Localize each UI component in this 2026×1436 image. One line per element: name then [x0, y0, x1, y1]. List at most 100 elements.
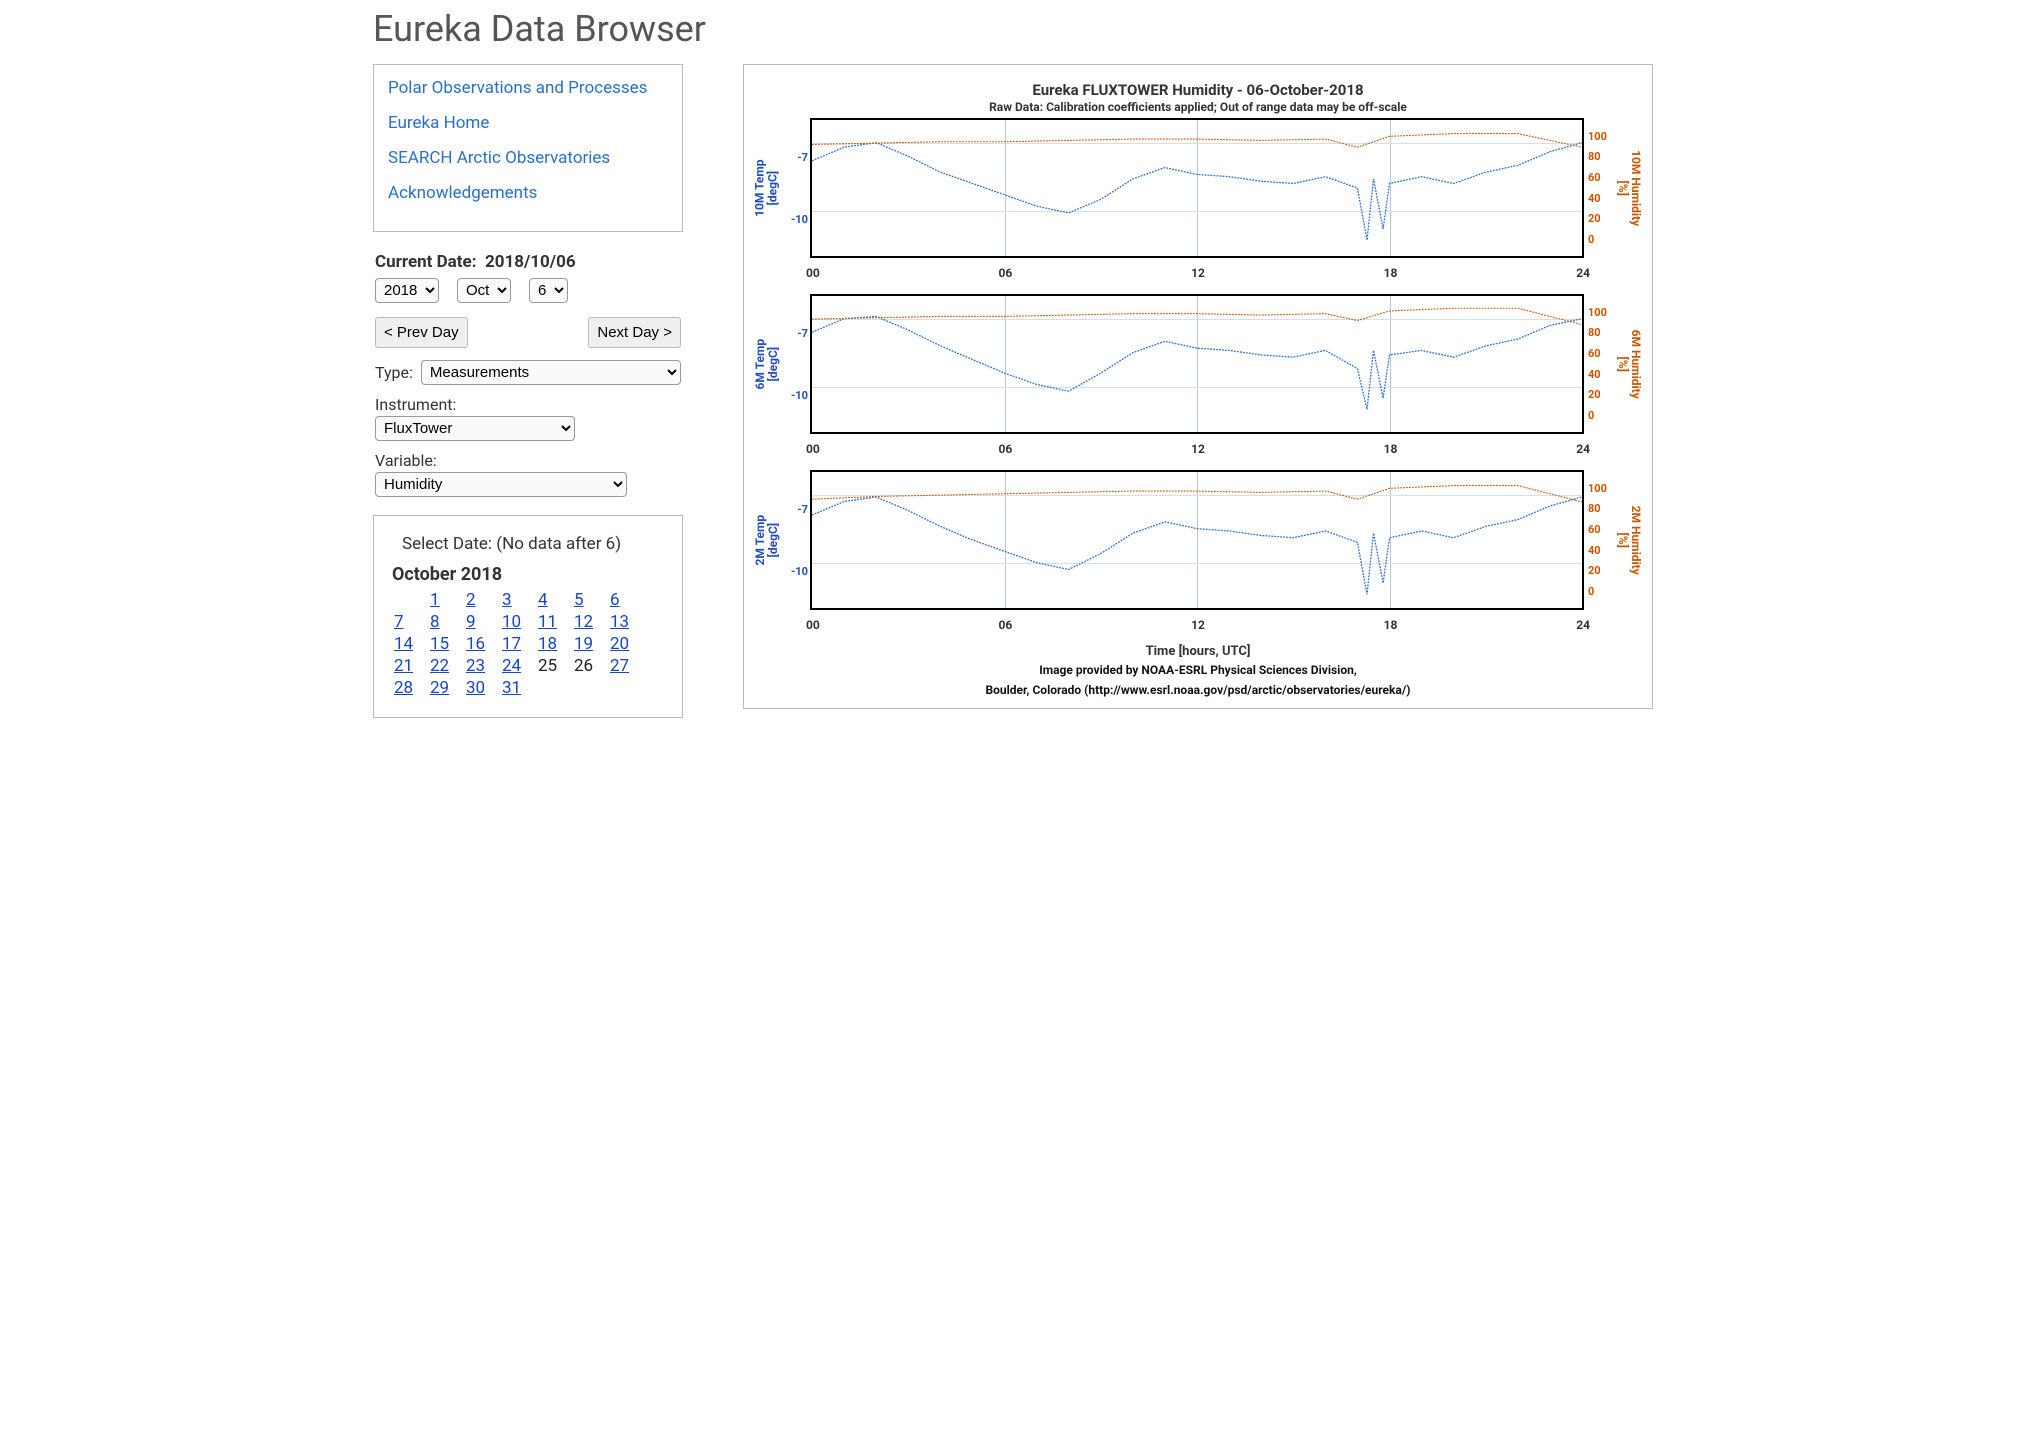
right-ytick: 20 — [1588, 564, 1616, 577]
xtick: 24 — [1576, 442, 1590, 456]
calendar-day-link[interactable]: 31 — [502, 678, 521, 698]
calendar-day-link[interactable]: 22 — [430, 656, 449, 676]
calendar-day-link[interactable]: 23 — [466, 656, 485, 676]
calendar-day-link[interactable]: 30 — [466, 678, 485, 698]
calendar-day-link[interactable]: 15 — [430, 634, 449, 654]
calendar-cell: 20 — [608, 633, 644, 655]
series-6m-temp-degc- — [812, 316, 1582, 409]
chart-subplot-10m: 10M Temp[degC]-7-1010080604020010M Humid… — [756, 118, 1640, 258]
calendar-day-link[interactable]: 16 — [466, 634, 485, 654]
xtick: 06 — [999, 442, 1013, 456]
chart-credit-1: Image provided by NOAA-ESRL Physical Sci… — [756, 663, 1640, 679]
calendar-day-link[interactable]: 9 — [466, 612, 476, 632]
calendar-cell: 16 — [464, 633, 500, 655]
year-select[interactable]: 2018 — [375, 278, 439, 303]
calendar-day-link[interactable]: 11 — [538, 612, 557, 632]
calendar-cell: 24 — [500, 655, 536, 677]
calendar-cell: 10 — [500, 611, 536, 633]
right-ytick: 60 — [1588, 171, 1616, 184]
left-ytick: -7 — [780, 327, 808, 340]
calendar-day-link[interactable]: 13 — [610, 612, 629, 632]
chart-subplot-6m: 6M Temp[degC]-7-101008060402006M Humidit… — [756, 294, 1640, 434]
calendar-day-link[interactable]: 27 — [610, 656, 629, 676]
right-ytick: 60 — [1588, 523, 1616, 536]
calendar-cell — [572, 677, 608, 699]
left-axis-label: 6M Temp[degC] — [754, 339, 780, 390]
calendar-day-link[interactable]: 10 — [502, 612, 521, 632]
calendar-cell: 19 — [572, 633, 608, 655]
calendar-panel: Select Date: (No data after 6) October 2… — [373, 515, 683, 718]
calendar-day-link[interactable]: 28 — [394, 678, 413, 698]
right-axis-label: 6M Humidity[%] — [1616, 329, 1642, 398]
variable-label: Variable: — [375, 451, 681, 470]
instrument-label: Instrument: — [375, 395, 681, 414]
calendar-day-link[interactable]: 2 — [466, 590, 476, 610]
xtick: 00 — [806, 266, 820, 280]
nav-link-search-arctic[interactable]: SEARCH Arctic Observatories — [388, 147, 668, 170]
left-ytick: -10 — [780, 565, 808, 578]
calendar-day-link[interactable]: 14 — [394, 634, 413, 654]
calendar-day-link[interactable]: 1 — [430, 590, 440, 610]
calendar-day-link[interactable]: 6 — [610, 590, 620, 610]
calendar-cell: 23 — [464, 655, 500, 677]
calendar-day-link[interactable]: 7 — [394, 612, 404, 632]
calendar-day-link[interactable]: 5 — [574, 590, 584, 610]
calendar-day-link[interactable]: 3 — [502, 590, 512, 610]
calendar-day-link[interactable]: 24 — [502, 656, 521, 676]
xtick: 12 — [1191, 442, 1205, 456]
nav-link-polar[interactable]: Polar Observations and Processes — [388, 77, 668, 100]
xtick: 24 — [1576, 618, 1590, 632]
xtick: 18 — [1384, 618, 1398, 632]
xtick: 06 — [999, 266, 1013, 280]
xtick: 18 — [1384, 266, 1398, 280]
instrument-select[interactable]: FluxTower — [375, 416, 575, 441]
calendar-day-link[interactable]: 21 — [394, 656, 413, 676]
chart-subtitle: Raw Data: Calibration coefficients appli… — [756, 100, 1640, 114]
calendar-day-link[interactable]: 17 — [502, 634, 521, 654]
calendar-cell — [392, 589, 428, 611]
calendar-day-link[interactable]: 4 — [538, 590, 548, 610]
variable-select[interactable]: Humidity — [375, 472, 627, 497]
calendar-cell: 4 — [536, 589, 572, 611]
page-title: Eureka Data Browser — [373, 8, 1653, 50]
right-ytick: 80 — [1588, 326, 1616, 339]
nav-link-acknowledgements[interactable]: Acknowledgements — [388, 182, 668, 205]
calendar-day-link[interactable]: 8 — [430, 612, 440, 632]
type-label: Type: — [375, 363, 413, 382]
calendar-day-link[interactable]: 20 — [610, 634, 629, 654]
prev-day-button[interactable]: < Prev Day — [375, 317, 468, 348]
calendar-day-link[interactable]: 19 — [574, 634, 593, 654]
plot-area — [810, 470, 1584, 610]
right-ytick: 100 — [1588, 482, 1616, 495]
day-select[interactable]: 6 — [529, 278, 568, 303]
calendar-day-nolink: 26 — [574, 656, 593, 676]
calendar-day-link[interactable]: 29 — [430, 678, 449, 698]
nav-link-eureka-home[interactable]: Eureka Home — [388, 112, 668, 135]
calendar-month-label: October 2018 — [392, 564, 664, 585]
calendar-cell: 29 — [428, 677, 464, 699]
next-day-button[interactable]: Next Day > — [588, 317, 681, 348]
xtick: 12 — [1191, 618, 1205, 632]
month-select[interactable]: Oct — [457, 278, 511, 303]
calendar-day-link[interactable]: 12 — [574, 612, 593, 632]
calendar-cell — [608, 677, 644, 699]
current-date-label: Current Date: — [375, 252, 477, 272]
plot-area — [810, 118, 1584, 258]
type-select[interactable]: Measurements — [421, 360, 681, 385]
calendar-cell: 26 — [572, 655, 608, 677]
calendar-cell: 13 — [608, 611, 644, 633]
calendar-cell: 21 — [392, 655, 428, 677]
calendar-cell: 27 — [608, 655, 644, 677]
current-date-value: 2018/10/06 — [485, 252, 576, 272]
series-2m-humidity- — [812, 486, 1582, 502]
right-ytick: 20 — [1588, 388, 1616, 401]
calendar-day-link[interactable]: 18 — [538, 634, 557, 654]
calendar-cell: 3 — [500, 589, 536, 611]
calendar-heading: Select Date: (No data after 6) — [402, 534, 664, 554]
calendar-cell: 25 — [536, 655, 572, 677]
xtick: 18 — [1384, 442, 1398, 456]
calendar-cell: 6 — [608, 589, 644, 611]
calendar-cell: 17 — [500, 633, 536, 655]
series-6m-humidity- — [812, 308, 1582, 324]
calendar-cell: 12 — [572, 611, 608, 633]
